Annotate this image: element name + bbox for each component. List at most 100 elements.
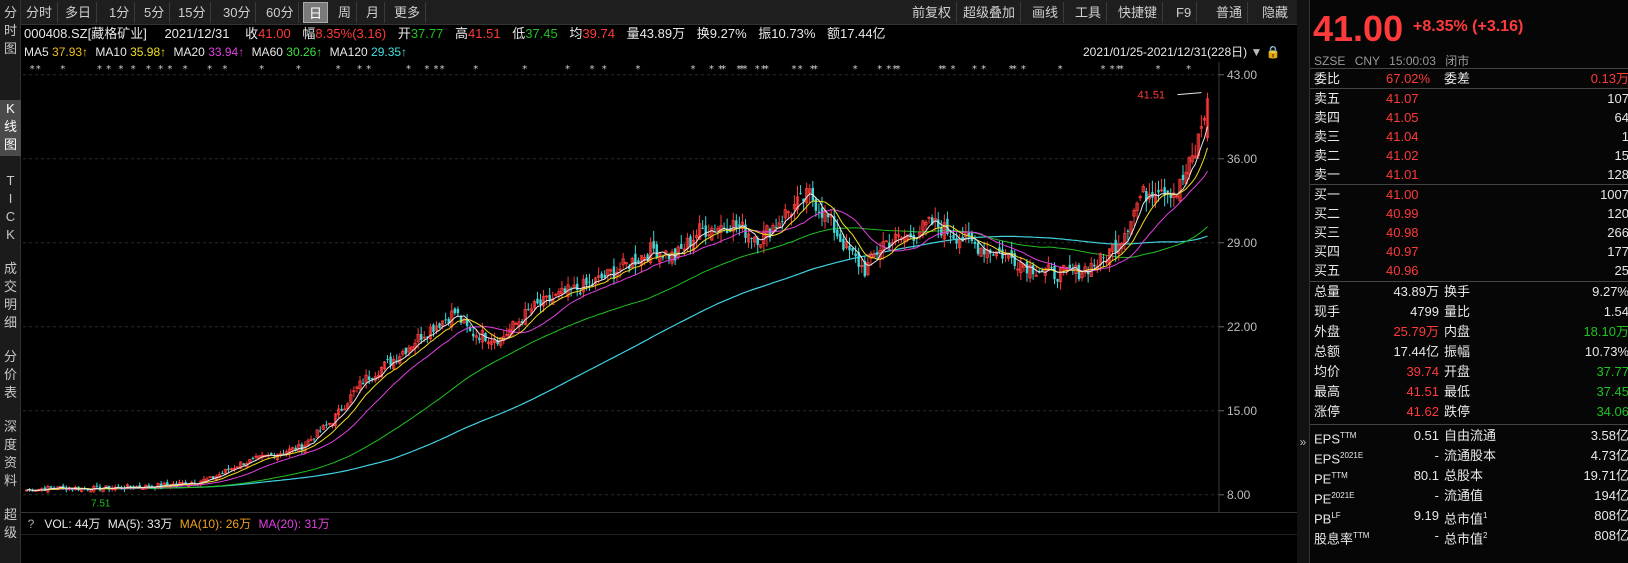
candle-body (1093, 264, 1096, 267)
period-multiday[interactable]: 多日 (60, 2, 98, 23)
ask-volume: 1 (1621, 129, 1628, 144)
event-star: * (30, 64, 35, 75)
fund-value: 19.71亿 (1583, 468, 1628, 483)
ma20-label: MA20 (173, 45, 205, 59)
fund-label-sup: LF (1331, 511, 1341, 520)
shortcut-button[interactable]: 快捷键 (1113, 2, 1164, 23)
low-value: 37.45 (525, 26, 558, 41)
event-star: * (118, 64, 123, 75)
normal-mode-button[interactable]: 普通 (1211, 2, 1249, 23)
stat-label: 外盘 (1314, 324, 1341, 339)
fund-label-sup: 2021E (1340, 451, 1364, 460)
f9-button[interactable]: F9 (1171, 2, 1198, 23)
ask-volume: 107 (1607, 91, 1628, 106)
close-label: 收 (245, 26, 259, 41)
stat-label: 总额 (1314, 344, 1341, 359)
ask-price: 41.02 (1386, 148, 1419, 163)
ask-price: 41.07 (1386, 91, 1419, 106)
draw-line-button[interactable]: 画线 (1027, 2, 1065, 23)
chg-value: 8.35%(3.16) (315, 26, 387, 41)
period-1min[interactable]: 1分 (104, 2, 136, 23)
tools-button[interactable]: 工具 (1070, 2, 1108, 23)
candle-body (689, 236, 692, 247)
avg-label: 均 (569, 26, 583, 41)
vol-ma5: MA(5): 33万 (107, 517, 173, 531)
event-star: * (690, 64, 695, 75)
event-star: * (473, 64, 478, 75)
vol-label: 量 (626, 26, 640, 41)
ma60-label: MA60 (251, 45, 283, 59)
candle-body (836, 229, 839, 237)
super-overlay-button[interactable]: 超级叠加 (958, 2, 1022, 23)
tab-price-table[interactable]: 分 价 表 (0, 348, 21, 404)
fundamental-row: EPSTTM 0.51 自由流通 3.58亿 (1314, 426, 1628, 446)
candle-body (949, 236, 952, 238)
event-star: * (158, 64, 163, 75)
period-timeshare[interactable]: 分时 (21, 2, 59, 23)
candle-body (444, 319, 447, 321)
event-star: * (1100, 64, 1105, 75)
date-range-selector[interactable]: 2021/01/25-2021/12/31(228日) ▼ 🔒 (1083, 43, 1281, 61)
event-star: * (106, 64, 111, 75)
event-star: * (440, 64, 445, 75)
candlesticks (24, 92, 1210, 494)
period-monthly[interactable]: 月 (361, 2, 386, 23)
candle-body (839, 233, 842, 242)
event-star: * (1021, 64, 1026, 75)
avg-value: 39.74 (582, 26, 615, 41)
fund-label: PE2021E (1314, 491, 1355, 507)
candle-body (701, 227, 704, 229)
open-label: 开 (397, 26, 411, 41)
stat-row: 现手 4799 量比 1.54 (1314, 302, 1628, 321)
candle-body (49, 486, 53, 488)
candle-body (527, 309, 530, 311)
tab-tick[interactable]: T I C K (0, 172, 21, 244)
exchange: SZSE (1314, 54, 1346, 68)
period-weekly[interactable]: 周 (333, 2, 358, 23)
ma10-label: MA10 (95, 45, 127, 59)
kline-chart[interactable]: * * * * * * * * * * * * * * * * * * * * * * * * * * * * * * ** *** * ** * *… (21, 62, 1297, 512)
candle-body (600, 273, 603, 279)
candle-body (612, 266, 616, 279)
stat-label: 振幅 (1444, 344, 1471, 359)
tab-depth-info[interactable]: 深 度 资 料 (0, 418, 21, 490)
stat-value: 37.45 (1596, 384, 1628, 399)
panel-collapse-strip[interactable]: » (1297, 0, 1309, 563)
adjust-forward-button[interactable]: 前复权 (907, 2, 958, 23)
ask-label: 卖四 (1314, 110, 1341, 125)
stat-value: 17.44亿 (1393, 344, 1439, 359)
tab-trade-detail[interactable]: 成 交 明 细 (0, 260, 21, 332)
event-star: * (877, 64, 882, 75)
fund-value: 9.19 (1413, 508, 1439, 523)
candle-body (875, 252, 879, 255)
tab-kline[interactable]: K 线 图 (0, 100, 21, 156)
amp-value: 10.73% (771, 26, 816, 41)
stat-row: 涨停 41.62 跌停 34.06 (1314, 402, 1628, 421)
candle-body (750, 238, 753, 240)
stat-value: 10.73% (1584, 344, 1628, 359)
hide-button[interactable]: 隐藏 (1257, 2, 1293, 23)
low-marker-label: 7.51 (91, 499, 111, 510)
period-5min[interactable]: 5分 (139, 2, 171, 23)
period-daily[interactable]: 日 (303, 2, 329, 23)
vol-value: 43.89万 (639, 26, 686, 41)
bid-price: 40.99 (1386, 206, 1419, 221)
stat-label: 跌停 (1444, 404, 1471, 419)
amp-label: 振 (758, 26, 772, 41)
candle-body (842, 238, 845, 250)
period-more[interactable]: 更多 (389, 2, 427, 23)
period-15min[interactable]: 15分 (173, 2, 212, 23)
period-30min[interactable]: 30分 (218, 2, 257, 23)
candle-body (1056, 278, 1059, 282)
lock-icon: 🔒 (1262, 45, 1281, 59)
period-60min[interactable]: 60分 (261, 2, 300, 23)
tab-super[interactable]: 超 级 (0, 506, 21, 546)
volume-pane (21, 534, 1297, 563)
tab-timeshare[interactable]: 分 时 图 (0, 4, 21, 58)
help-icon[interactable]: ? (25, 513, 37, 535)
chevron-right-icon[interactable]: » (1297, 435, 1309, 449)
candle-body (1114, 239, 1117, 253)
ask-row: 卖四 41.05 64 (1314, 108, 1628, 127)
fund-value: 4.73亿 (1590, 448, 1628, 463)
ask-label: 卖二 (1314, 148, 1341, 163)
